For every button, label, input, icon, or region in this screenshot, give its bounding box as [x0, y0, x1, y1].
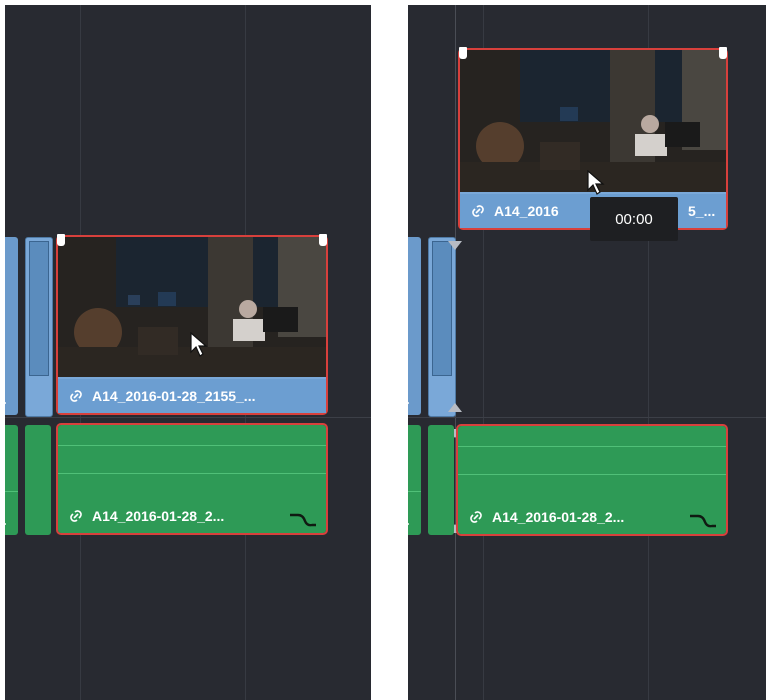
audio-clip-partial[interactable]: . [5, 425, 18, 535]
selected-video-clip[interactable]: A14_2016-01-28_2155_... [56, 234, 328, 415]
clip-ellipsis: . [408, 513, 410, 528]
trim-handle-right[interactable] [719, 47, 727, 59]
tooltip-text: 00:00 [615, 210, 653, 228]
pointer-cursor-icon [587, 170, 605, 195]
trim-handle-right[interactable] [319, 234, 327, 246]
audio-waveform [408, 491, 421, 492]
clip-ellipsis: . [5, 392, 7, 407]
edit-point-marker-top [448, 241, 462, 250]
audio-waveform [58, 445, 326, 446]
clip-name-end: 5_... [688, 203, 716, 219]
audio-waveform [58, 473, 326, 474]
clip-label-bar: A14_2016-01-28_2... [58, 499, 326, 533]
timecode-tooltip: 00:00 [590, 197, 678, 241]
audio-waveform [5, 491, 18, 492]
audio-curve-icon [690, 514, 716, 528]
trim-handle-left[interactable] [459, 47, 467, 59]
edit-point-marker-bottom [448, 403, 462, 412]
timeline-panel-after[interactable]: A14_2016 5_... 00:00 . . [408, 5, 766, 700]
trim-handle-left[interactable] [57, 234, 65, 246]
audio-clip-small[interactable] [428, 425, 454, 535]
selected-audio-clip[interactable]: A14_2016-01-28_2... [456, 424, 728, 536]
link-icon [472, 205, 484, 217]
link-icon [70, 510, 82, 522]
timeline-panel-before[interactable]: . . [5, 5, 371, 700]
clip-ellipsis: . [408, 392, 410, 407]
video-clip-small[interactable] [428, 237, 456, 417]
clip-label-bar: A14_2016-01-28_2... [458, 500, 726, 534]
clip-name: A14_2016-01-28_2... [92, 508, 225, 524]
audio-curve-icon [290, 513, 316, 527]
clip-thumbnail [29, 241, 49, 376]
clip-name-start: A14_2016 [494, 203, 559, 219]
link-icon [470, 511, 482, 523]
pointer-cursor-icon [190, 332, 208, 357]
audio-clip-partial[interactable]: . [408, 425, 421, 535]
audio-clip-small[interactable] [25, 425, 51, 535]
audio-waveform [458, 446, 726, 447]
video-clip-partial[interactable]: . [408, 237, 421, 415]
link-icon [70, 390, 82, 402]
video-clip-partial[interactable]: . [5, 237, 18, 415]
clip-label-bar: A14_2016-01-28_2155_... [58, 379, 326, 413]
track-divider [408, 417, 766, 418]
video-clip-small[interactable] [25, 237, 53, 417]
clip-name: A14_2016-01-28_2... [492, 509, 625, 525]
track-divider [5, 417, 371, 418]
clip-thumbnail [432, 241, 452, 376]
selected-audio-clip[interactable]: A14_2016-01-28_2... [56, 423, 328, 535]
clip-ellipsis: . [5, 513, 7, 528]
audio-waveform [458, 474, 726, 475]
clip-name: A14_2016-01-28_2155_... [92, 388, 256, 404]
